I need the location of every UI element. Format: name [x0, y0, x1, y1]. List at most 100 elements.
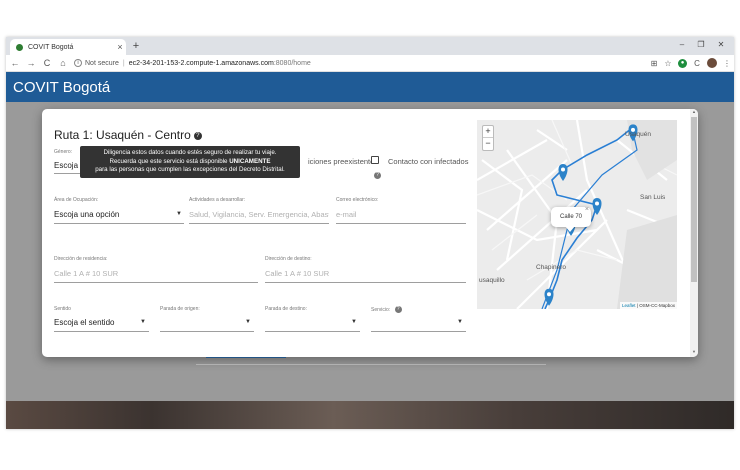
servicio-label-text: Servicio: — [371, 306, 391, 313]
correo-underline — [336, 223, 466, 224]
residencia-input[interactable]: Calle 1 A # 10 SUR — [54, 269, 118, 278]
tooltip-emphasis: UNICAMENTE — [229, 157, 271, 165]
info-icon[interactable]: i — [74, 59, 82, 67]
tooltip-line-2-text: Recuerda que este servicio está disponib… — [109, 157, 230, 165]
map-marker-dot — [595, 201, 599, 206]
close-window-icon[interactable]: ✕ — [714, 40, 728, 49]
app-bar: COVIT Bogotá — [6, 72, 734, 102]
destino-underline — [265, 282, 466, 283]
servicio-help-icon[interactable]: ? — [394, 306, 402, 313]
bookmark-star-icon[interactable]: ☆ — [661, 59, 675, 68]
url-separator: | — [122, 59, 125, 67]
parada-destino-label: Parada de destino: — [265, 306, 307, 312]
scroll-up-icon[interactable]: ▲ — [690, 109, 698, 114]
contacto-label: Contacto con infectados — [388, 157, 469, 166]
genero-underline — [54, 173, 80, 174]
modal-scrollbar[interactable]: ▲ ▼ — [690, 109, 698, 357]
tab-strip: COVIT Bogotá × + – ❐ ✕ — [6, 37, 734, 55]
contacto-help-icon[interactable]: ? — [374, 172, 381, 180]
sentido-caret-icon[interactable]: ▼ — [140, 319, 146, 325]
area-caret-icon[interactable]: ▼ — [176, 211, 182, 217]
browser-toolbar: ← → C ⌂ i Not secure | ec2-34-201-153-2.… — [6, 55, 734, 72]
contacto-checkbox[interactable] — [371, 156, 379, 164]
tooltip-line-2: Recuerda que este servicio está disponib… — [80, 158, 300, 167]
help-icon[interactable]: ? — [193, 131, 202, 140]
url-host: ec2-34-201-153-2.compute-1.amazonaws.com — [128, 59, 274, 67]
actividades-underline — [189, 223, 329, 224]
forward-icon[interactable]: → — [24, 58, 38, 68]
zoom-in-button[interactable]: + — [483, 126, 493, 138]
parada-destino-underline — [265, 331, 360, 332]
destino-label: Dirección de destino: — [265, 256, 312, 262]
app-title: COVIT Bogotá — [13, 79, 111, 96]
scroll-down-icon[interactable]: ▼ — [690, 349, 698, 354]
contacto-help[interactable]: ? — [371, 167, 381, 185]
scroll-thumb[interactable] — [691, 117, 697, 282]
tab-close-icon[interactable]: × — [114, 42, 126, 52]
tooltip-line-1: Diligencia estos datos cuando estés segu… — [103, 149, 277, 156]
extension-icon[interactable]: ● — [678, 58, 687, 68]
popup-close-icon[interactable]: × — [585, 205, 589, 215]
zoom-control: + − — [482, 125, 494, 151]
map-marker-dot — [561, 167, 565, 172]
servicio-caret-icon[interactable]: ▼ — [457, 319, 463, 325]
sentido-select[interactable]: Escoja el sentido — [54, 318, 114, 327]
zoom-out-button[interactable]: − — [483, 138, 493, 150]
new-tab-button[interactable]: + — [130, 39, 142, 53]
reload-icon[interactable]: C — [40, 58, 54, 68]
correo-label: Correo electrónico: — [336, 197, 379, 203]
residencia-label: Dirección de residencia: — [54, 256, 108, 262]
sentido-label: Sentido — [54, 306, 71, 312]
address-bar[interactable]: i Not secure | ec2-34-201-153-2.compute-… — [74, 57, 647, 70]
servicio-label: Servicio: ? — [371, 306, 402, 313]
minimize-icon[interactable]: – — [675, 40, 689, 49]
correo-input[interactable]: e-mail — [336, 210, 356, 219]
tab-title: COVIT Bogotá — [28, 43, 74, 51]
actividades-label: Actividades a desarrollar: — [189, 197, 246, 203]
popup-text: Calle 70 — [559, 214, 582, 220]
condiciones-label: iciones preexistentes — [308, 157, 379, 166]
parada-origen-label: Parada de origen: — [160, 306, 200, 312]
area-label: Área de Ocupación: — [54, 197, 99, 203]
url-path: :8080/home — [273, 59, 311, 67]
area-select[interactable]: Escoja una opción — [54, 210, 119, 219]
leaflet-link[interactable]: Leaflet — [622, 303, 636, 308]
parada-origen-caret-icon[interactable]: ▼ — [245, 319, 251, 325]
attribution-rest: | OSM-CC-Mapbox — [635, 303, 675, 308]
destino-input[interactable]: Calle 1 A # 10 SUR — [265, 269, 329, 278]
map-label-chapinero: Chapinero — [536, 264, 566, 271]
background-divider — [196, 364, 546, 365]
map-label-usaquen: Usaquén — [625, 131, 652, 138]
extension-c-icon[interactable]: C — [690, 59, 704, 68]
map-label-usaquillo: usaquillo — [479, 277, 505, 284]
map-marker-dot — [547, 292, 551, 297]
residencia-underline — [54, 282, 258, 283]
security-label: Not secure — [85, 59, 119, 67]
tooltip-line-3: para las personas que cumplen las excepc… — [95, 166, 285, 173]
popup-tip — [565, 226, 575, 232]
genero-label: Género: — [54, 149, 73, 155]
favicon-icon — [16, 43, 23, 51]
area-underline — [54, 223, 184, 224]
maximize-icon[interactable]: ❐ — [694, 40, 708, 49]
home-icon[interactable]: ⌂ — [56, 58, 70, 68]
servicio-underline — [371, 331, 466, 332]
parada-destino-caret-icon[interactable]: ▼ — [351, 319, 357, 325]
profile-avatar[interactable] — [707, 58, 717, 68]
modal-title-text: Ruta 1: Usaquén - Centro — [54, 128, 191, 142]
parada-origen-underline — [160, 331, 254, 332]
sentido-underline — [54, 331, 149, 332]
actividades-input[interactable]: Salud, Vigilancia, Serv. Emergencia, Aba… — [189, 210, 329, 219]
background-photo — [6, 401, 734, 429]
browser-tab[interactable]: COVIT Bogotá × — [10, 39, 126, 55]
translate-icon[interactable]: ⊞ — [647, 59, 661, 68]
map-attribution: Leaflet | OSM-CC-Mapbox — [620, 302, 677, 309]
route-form-modal: Ruta 1: Usaquén - Centro? Género: Escoja… — [42, 109, 698, 357]
info-tooltip: Diligencia estos datos cuando estés segu… — [80, 146, 300, 178]
back-icon[interactable]: ← — [8, 58, 22, 68]
browser-menu-icon[interactable]: ⋮ — [720, 59, 734, 68]
map-popup: Calle 70 × — [551, 205, 591, 232]
route-map[interactable]: + − Usaquén San Luis Chapinero usaquillo… — [477, 120, 677, 309]
modal-title: Ruta 1: Usaquén - Centro? — [54, 128, 202, 142]
map-label-san-luis: San Luis — [640, 194, 666, 201]
